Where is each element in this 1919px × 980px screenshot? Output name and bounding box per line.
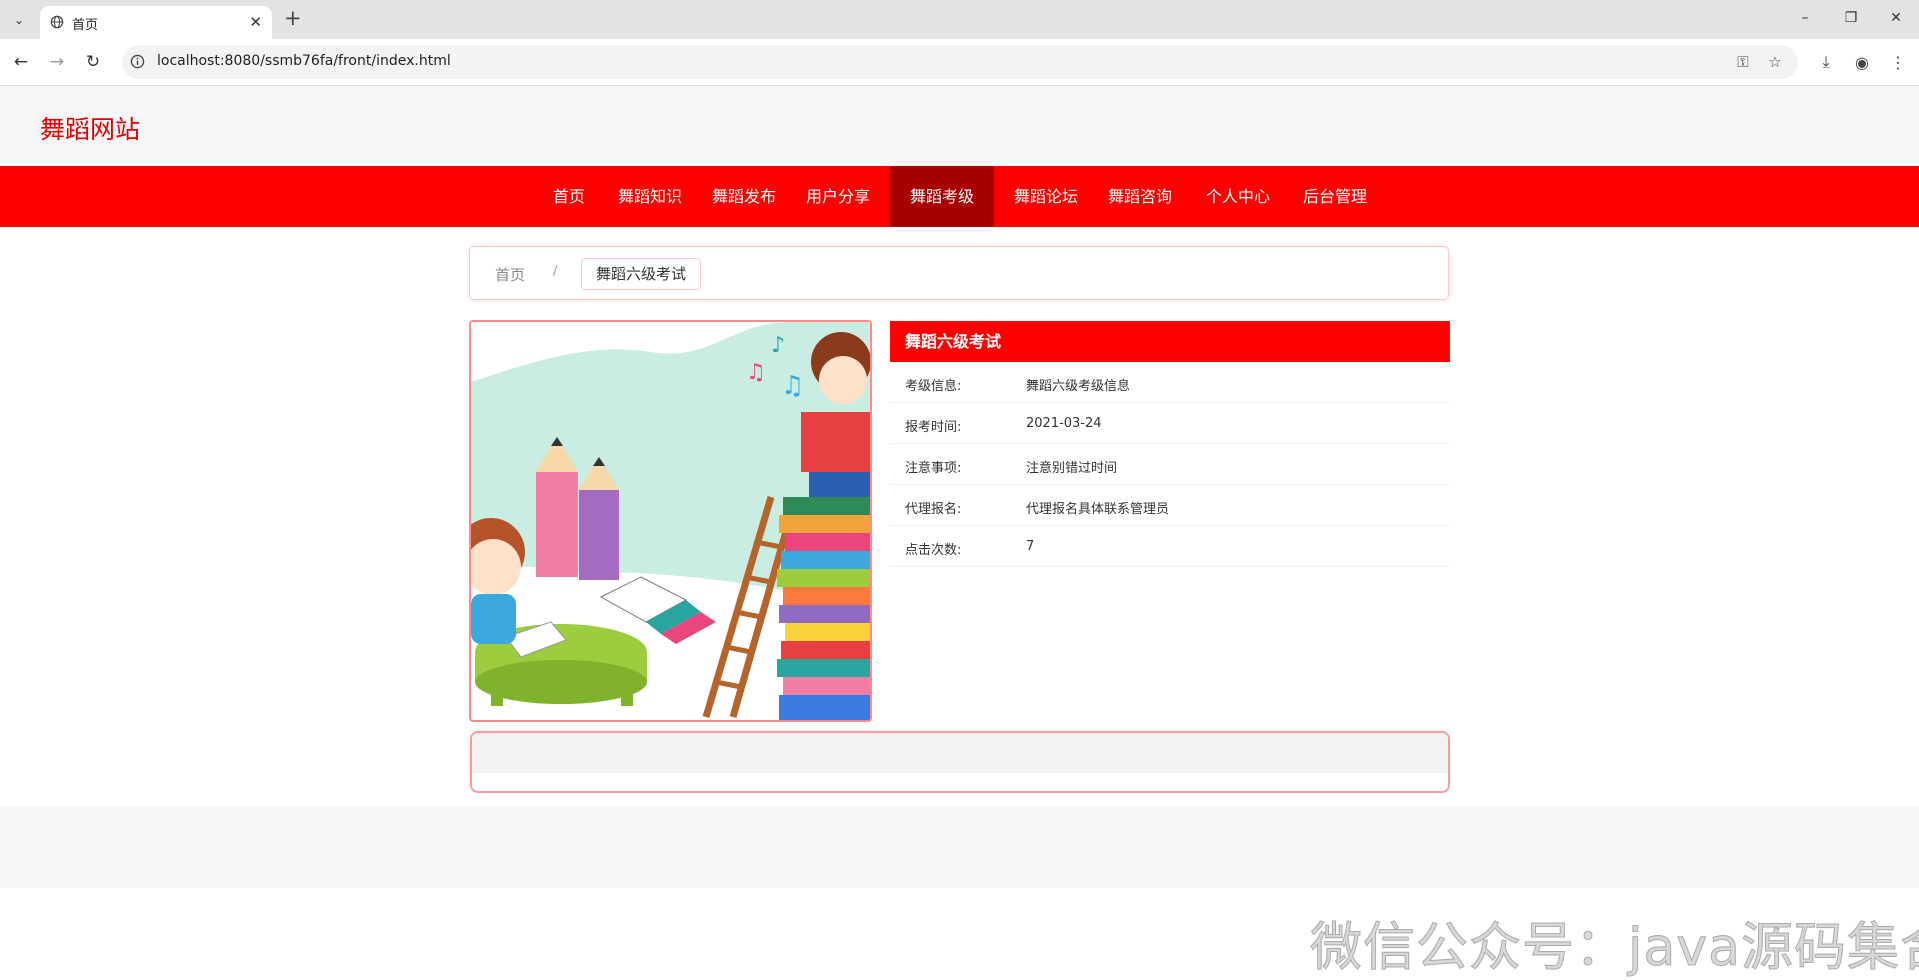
exam-picture: ♪ ♫ ♫ xyxy=(469,320,872,722)
key-icon[interactable]: ⚿ xyxy=(1734,53,1752,71)
more-menu-icon[interactable]: ⋮ xyxy=(1887,51,1909,73)
nav-item-user-share[interactable]: 用户分享 xyxy=(800,166,876,227)
nav-item-dance-forum[interactable]: 舞蹈论坛 xyxy=(1008,166,1084,227)
detail-row-grading-info: 考级信息: 舞蹈六级考级信息 xyxy=(890,362,1450,403)
detail-label: 点击次数: xyxy=(905,543,962,558)
breadcrumb-current: 舞蹈六级考试 xyxy=(581,258,702,290)
detail-label: 考级信息: xyxy=(905,379,962,394)
main-nav: 首页 舞蹈知识 舞蹈发布 用户分享 舞蹈考级 舞蹈论坛 舞蹈咨询 个人中心 后台… xyxy=(0,166,1919,227)
new-tab-button[interactable]: + xyxy=(284,7,302,29)
detail-value: 代理报名具体联系管理员 xyxy=(1026,502,1170,517)
nav-item-dance-consult[interactable]: 舞蹈咨询 xyxy=(1102,166,1178,227)
star-icon[interactable]: ☆ xyxy=(1766,53,1784,71)
download-icon[interactable]: ⤓ xyxy=(1815,51,1837,73)
site-header: 舞蹈网站 xyxy=(0,86,1919,166)
chevron-down-icon: ⌄ xyxy=(13,13,25,27)
back-arrow-icon[interactable]: ← xyxy=(10,51,32,73)
browser-tab[interactable]: 首页 ✕ xyxy=(40,6,272,39)
detail-row-click-count: 点击次数: 7 xyxy=(890,526,1450,567)
minimize-icon[interactable]: – xyxy=(1795,8,1815,28)
detail-value: 注意别错过时间 xyxy=(1026,461,1118,476)
globe-icon xyxy=(50,15,64,29)
detail-row-notes: 注意事项: 注意别错过时间 xyxy=(890,444,1450,485)
detail-label: 代理报名: xyxy=(905,502,962,517)
exam-title: 舞蹈六级考试 xyxy=(890,321,1450,362)
tab-search-button[interactable]: ⌄ xyxy=(8,9,30,31)
breadcrumb-home-link[interactable]: 首页 xyxy=(495,264,525,285)
site-footer xyxy=(0,806,1919,888)
nav-item-personal-center[interactable]: 个人中心 xyxy=(1200,166,1276,227)
svg-text:♪: ♪ xyxy=(771,333,785,358)
restore-icon[interactable]: ❐ xyxy=(1841,8,1861,28)
close-icon[interactable]: ✕ xyxy=(249,13,262,31)
tab-title: 首页 xyxy=(72,18,99,33)
detail-value: 7 xyxy=(1026,539,1035,554)
breadcrumb: 首页 / 舞蹈六级考试 xyxy=(469,246,1449,300)
detail-value: 舞蹈六级考级信息 xyxy=(1026,379,1131,394)
exam-detail-panel: 舞蹈六级考试 考级信息: 舞蹈六级考级信息 报考时间: 2021-03-24 注… xyxy=(890,321,1450,567)
kids-reading-illustration: ♪ ♫ ♫ xyxy=(471,322,870,720)
window-close-icon[interactable]: ✕ xyxy=(1886,8,1906,28)
nav-item-admin[interactable]: 后台管理 xyxy=(1297,166,1373,227)
profile-icon[interactable]: ◉ xyxy=(1851,51,1873,73)
url-text[interactable]: localhost:8080/ssmb76fa/front/index.html xyxy=(157,53,451,69)
detail-row-proxy-registration: 代理报名: 代理报名具体联系管理员 xyxy=(890,485,1450,526)
detail-label: 报考时间: xyxy=(905,420,962,435)
reload-icon[interactable]: ↻ xyxy=(82,51,104,73)
detail-label: 注意事项: xyxy=(905,461,962,476)
browser-toolbar: ← → ↻ localhost:8080/ssmb76fa/front/inde… xyxy=(0,39,1919,86)
info-icon[interactable] xyxy=(130,54,145,69)
svg-text:♫: ♫ xyxy=(781,371,804,401)
svg-text:♫: ♫ xyxy=(746,360,766,385)
detail-value: 2021-03-24 xyxy=(1026,416,1102,431)
breadcrumb-separator: / xyxy=(553,264,558,279)
browser-tabstrip: ⌄ 首页 ✕ + – ❐ ✕ xyxy=(0,0,1919,39)
forward-arrow-icon[interactable]: → xyxy=(46,51,68,73)
detail-row-exam-date: 报考时间: 2021-03-24 xyxy=(890,403,1450,444)
content-description-box xyxy=(470,731,1450,793)
nav-item-dance-knowledge[interactable]: 舞蹈知识 xyxy=(612,166,688,227)
nav-item-home[interactable]: 首页 xyxy=(538,166,600,227)
nav-item-dance-publish[interactable]: 舞蹈发布 xyxy=(706,166,782,227)
site-logo[interactable]: 舞蹈网站 xyxy=(40,110,140,146)
content-description-header xyxy=(472,733,1448,773)
nav-item-dance-grading[interactable]: 舞蹈考级 xyxy=(890,166,994,227)
address-bar[interactable]: localhost:8080/ssmb76fa/front/index.html… xyxy=(122,45,1798,79)
